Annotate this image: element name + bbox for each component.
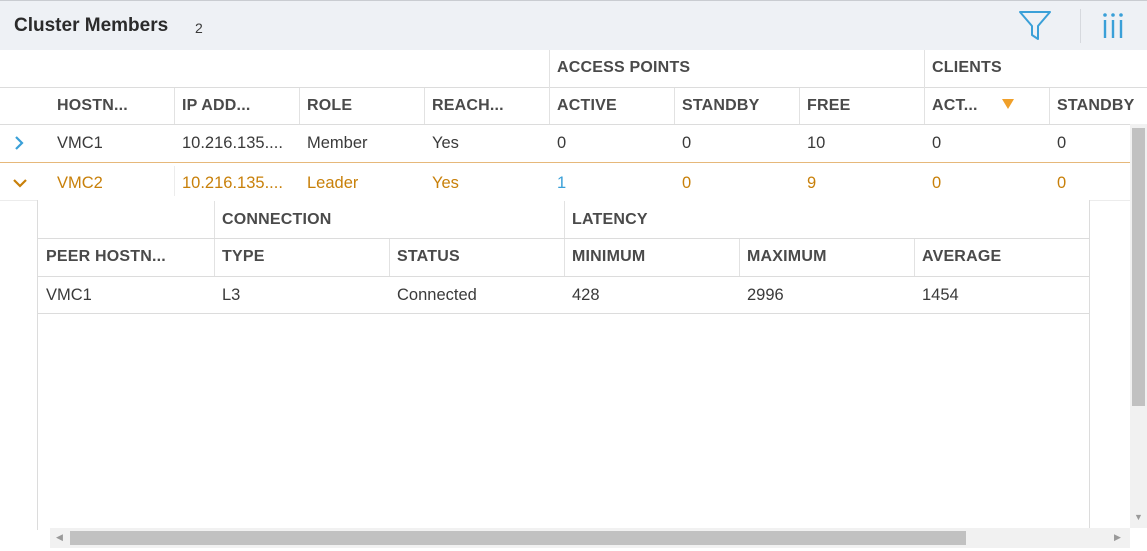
cell-role: Member [307, 134, 368, 152]
scroll-right-icon[interactable]: ▶ [1114, 532, 1121, 543]
scroll-down-icon[interactable]: ▼ [1134, 512, 1143, 522]
column-header-ap-free[interactable]: FREE [807, 97, 850, 115]
group-header-access-points: ACCESS POINTS [557, 59, 691, 76]
divider [38, 313, 1089, 314]
cell-ap-active: 0 [557, 134, 567, 152]
group-header-clients: CLIENTS [932, 59, 1002, 76]
divider [739, 239, 740, 276]
group-header-connection: CONNECTION [222, 211, 332, 228]
panel-title: Cluster Members [14, 15, 169, 36]
cell-reachable: Yes [432, 174, 459, 192]
cell-peer-hostname: VMC1 [46, 286, 92, 304]
toolbar-divider [1080, 9, 1081, 43]
panel-header: Cluster Members 2 [0, 0, 1147, 50]
cell-ap-standby: 0 [682, 174, 692, 192]
divider [0, 124, 1130, 125]
divider [0, 87, 1147, 88]
divider [299, 88, 300, 124]
divider [424, 88, 425, 124]
cell-clients-standby: 0 [1057, 134, 1067, 152]
cell-ip-address: 10.216.135.... [182, 134, 283, 152]
column-header-peer-hostname[interactable]: PEER HOSTN... [46, 248, 166, 266]
divider [799, 88, 800, 124]
filter-icon[interactable] [1015, 9, 1055, 43]
cell-reachable: Yes [432, 134, 459, 152]
divider [674, 88, 675, 124]
column-chooser-icon[interactable] [1096, 9, 1130, 43]
divider [38, 238, 1089, 239]
cell-type: L3 [222, 286, 241, 304]
cell-clients-standby: 0 [1057, 174, 1067, 192]
column-header-ap-active[interactable]: ACTIVE [557, 97, 617, 115]
column-header-minimum[interactable]: MINIMUM [572, 248, 645, 266]
cell-ap-free: 9 [807, 174, 817, 192]
column-header-ap-standby[interactable]: STANDBY [682, 97, 760, 115]
vertical-scroll-thumb[interactable] [1132, 128, 1145, 406]
column-header-role[interactable]: ROLE [307, 97, 352, 115]
divider [174, 166, 175, 196]
chevron-right-icon[interactable] [10, 133, 30, 153]
cell-clients-active: 0 [932, 174, 942, 192]
column-header-clients-standby[interactable]: STANDBY [1057, 97, 1135, 115]
cell-hostname: VMC2 [57, 174, 103, 192]
horizontal-scrollbar[interactable]: ◀ ▶ [50, 528, 1130, 548]
cell-ap-standby: 0 [682, 134, 692, 152]
column-header-status[interactable]: STATUS [397, 248, 460, 266]
cell-ap-free: 10 [807, 134, 826, 152]
divider [38, 276, 1089, 277]
cell-ap-active-link[interactable]: 1 [557, 174, 566, 193]
selected-row-border [0, 162, 1130, 163]
cell-status: Connected [397, 286, 477, 304]
sort-descending-icon[interactable] [1002, 99, 1014, 109]
cell-latency-maximum: 2996 [747, 286, 784, 304]
horizontal-scroll-thumb[interactable] [70, 531, 966, 545]
cell-clients-active: 0 [932, 134, 942, 152]
column-header-reachable[interactable]: REACH... [432, 97, 504, 115]
column-header-average[interactable]: AVERAGE [922, 248, 1001, 266]
member-count: 2 [195, 20, 203, 36]
divider [924, 50, 925, 124]
divider [1049, 88, 1050, 124]
chevron-down-icon[interactable] [10, 173, 30, 193]
column-header-hostname[interactable]: HOSTN... [57, 97, 128, 115]
cell-ip-address: 10.216.135.... [182, 174, 283, 192]
column-header-maximum[interactable]: MAXIMUM [747, 248, 827, 266]
divider [914, 239, 915, 276]
divider [389, 239, 390, 276]
column-header-clients-active[interactable]: ACT... [932, 97, 978, 115]
scroll-left-icon[interactable]: ◀ [56, 532, 63, 543]
vertical-scrollbar[interactable]: ▼ [1130, 124, 1147, 528]
column-header-ip-address[interactable]: IP ADD... [182, 97, 250, 115]
cell-latency-average: 1454 [922, 286, 959, 304]
cell-role: Leader [307, 174, 359, 192]
cell-latency-minimum: 428 [572, 286, 600, 304]
divider [174, 88, 175, 124]
column-header-type[interactable]: TYPE [222, 248, 265, 266]
cell-hostname: VMC1 [57, 134, 103, 152]
divider [549, 50, 550, 124]
group-header-latency: LATENCY [572, 211, 648, 228]
